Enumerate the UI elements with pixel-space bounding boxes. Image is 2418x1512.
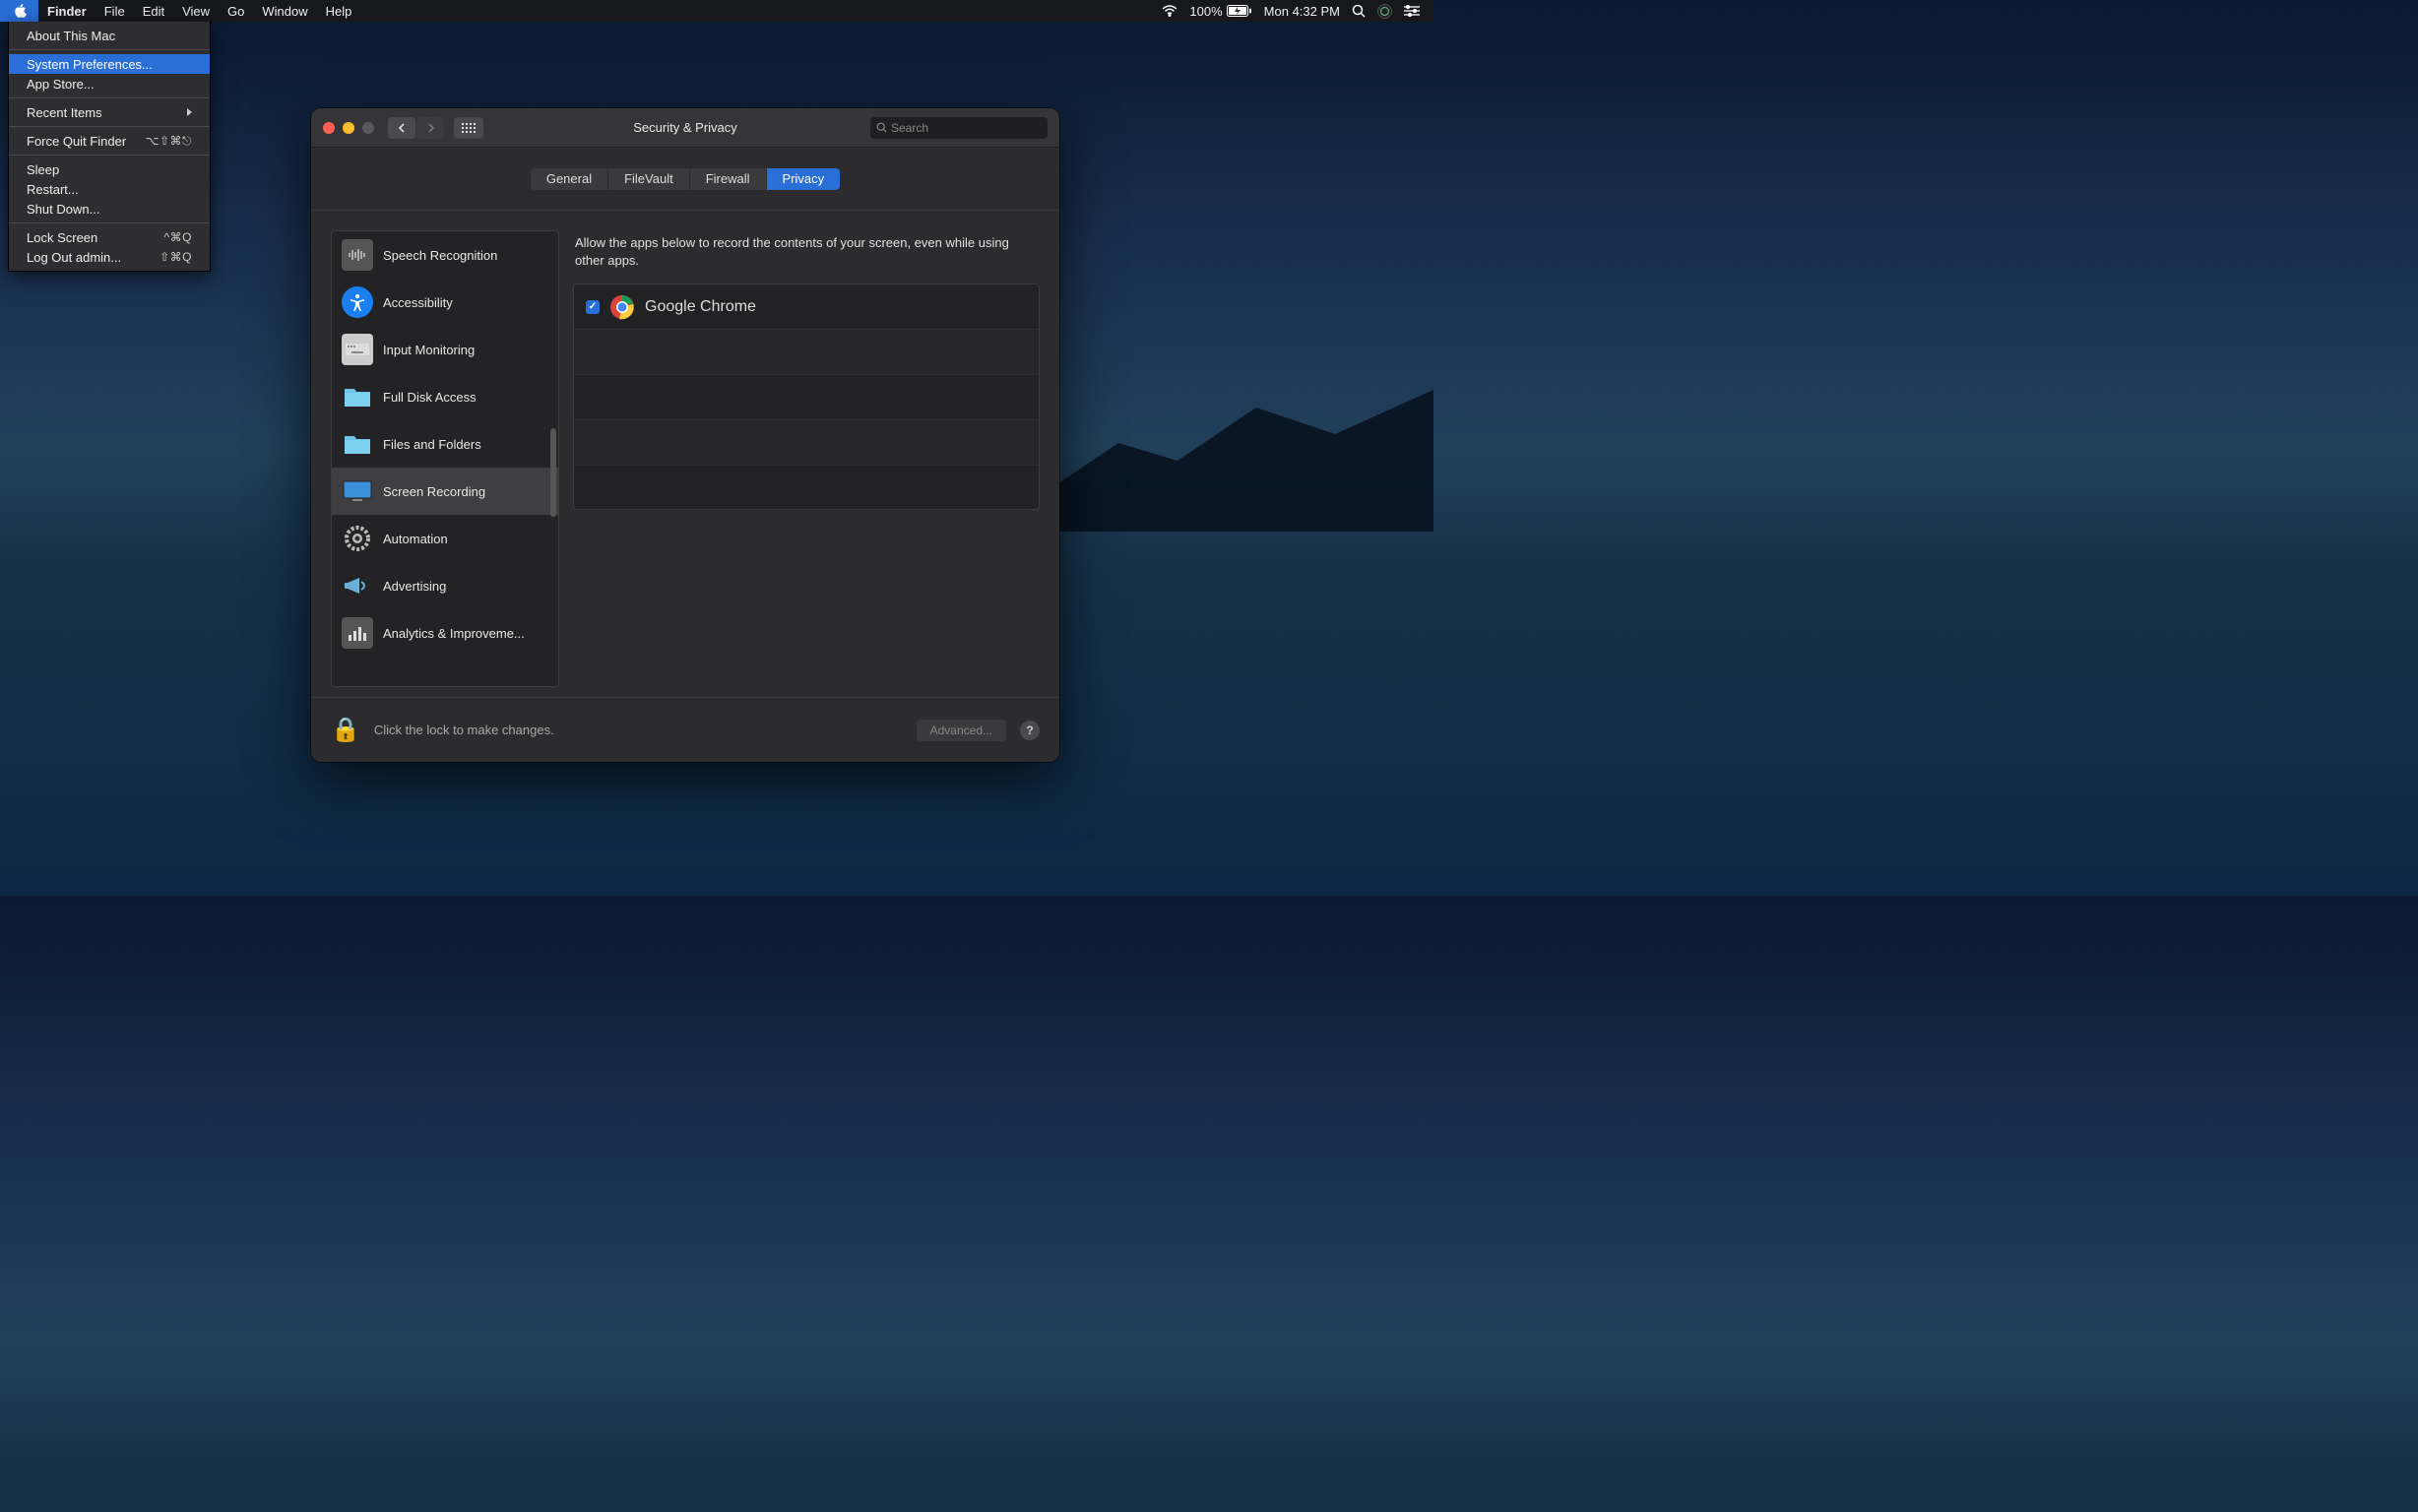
sidebar-item-analytics[interactable]: Analytics & Improveme... bbox=[332, 609, 558, 657]
chevron-right-icon bbox=[187, 108, 192, 116]
wifi-icon[interactable] bbox=[1162, 5, 1177, 17]
siri-icon[interactable] bbox=[1377, 4, 1392, 19]
lock-icon[interactable]: 🔒 bbox=[331, 716, 360, 744]
app-name: Google Chrome bbox=[645, 298, 756, 316]
display-icon bbox=[342, 475, 373, 507]
sidebar-scrollbar[interactable] bbox=[550, 428, 556, 517]
menu-restart[interactable]: Restart... bbox=[9, 179, 210, 199]
advanced-button: Advanced... bbox=[917, 720, 1006, 741]
keyboard-icon bbox=[342, 334, 373, 365]
detail-pane: Allow the apps below to record the conte… bbox=[573, 230, 1040, 687]
app-row-empty bbox=[574, 375, 1039, 420]
tab-bar: General FileVault Firewall Privacy bbox=[311, 148, 1059, 211]
chart-icon bbox=[342, 617, 373, 649]
megaphone-icon bbox=[342, 570, 373, 601]
search-placeholder: Search bbox=[891, 121, 928, 135]
privacy-sidebar: Speech Recognition Accessibility Input M… bbox=[331, 230, 559, 687]
gear-icon bbox=[342, 523, 373, 554]
spotlight-icon[interactable] bbox=[1352, 4, 1366, 18]
menu-about-mac[interactable]: About This Mac bbox=[9, 26, 210, 45]
app-list: ✓ Google Chrome bbox=[573, 284, 1040, 510]
window-footer: 🔒 Click the lock to make changes. Advanc… bbox=[311, 697, 1059, 762]
sidebar-item-full-disk[interactable]: Full Disk Access bbox=[332, 373, 558, 420]
menu-shutdown[interactable]: Shut Down... bbox=[9, 199, 210, 219]
app-row-empty bbox=[574, 466, 1039, 511]
menu-help[interactable]: Help bbox=[317, 0, 361, 22]
clock[interactable]: Mon 4:32 PM bbox=[1264, 4, 1340, 19]
battery-status[interactable]: 100% bbox=[1189, 4, 1251, 19]
battery-percent: 100% bbox=[1189, 4, 1222, 19]
tab-filevault[interactable]: FileVault bbox=[608, 168, 690, 190]
tab-general[interactable]: General bbox=[531, 168, 608, 190]
menu-view[interactable]: View bbox=[173, 0, 219, 22]
menu-lock-screen[interactable]: Lock Screen^⌘Q bbox=[9, 227, 210, 247]
chrome-icon bbox=[609, 294, 635, 320]
waveform-icon bbox=[342, 239, 373, 271]
folder-icon bbox=[342, 428, 373, 460]
menu-app-store[interactable]: App Store... bbox=[9, 74, 210, 94]
sidebar-item-accessibility[interactable]: Accessibility bbox=[332, 279, 558, 326]
close-button[interactable] bbox=[323, 122, 335, 134]
sidebar-item-files-folders[interactable]: Files and Folders bbox=[332, 420, 558, 468]
search-input[interactable]: Search bbox=[870, 117, 1048, 139]
window-titlebar[interactable]: Security & Privacy Search bbox=[311, 108, 1059, 148]
folder-icon bbox=[342, 381, 373, 412]
sidebar-item-input-monitoring[interactable]: Input Monitoring bbox=[332, 326, 558, 373]
tab-firewall[interactable]: Firewall bbox=[690, 168, 767, 190]
menu-force-quit[interactable]: Force Quit Finder⌥⇧⌘⎋ bbox=[9, 131, 210, 151]
lock-text: Click the lock to make changes. bbox=[374, 723, 554, 737]
app-row-empty bbox=[574, 420, 1039, 466]
sidebar-item-speech[interactable]: Speech Recognition bbox=[332, 231, 558, 279]
help-button[interactable]: ? bbox=[1020, 721, 1040, 740]
app-name-menu[interactable]: Finder bbox=[38, 0, 95, 22]
show-all-button[interactable] bbox=[454, 117, 483, 139]
forward-button bbox=[416, 117, 444, 139]
menu-file[interactable]: File bbox=[95, 0, 134, 22]
sidebar-item-advertising[interactable]: Advertising bbox=[332, 562, 558, 609]
tab-privacy[interactable]: Privacy bbox=[767, 168, 841, 190]
back-button[interactable] bbox=[388, 117, 415, 139]
menu-system-preferences[interactable]: System Preferences... bbox=[9, 54, 210, 74]
menu-recent-items[interactable]: Recent Items bbox=[9, 102, 210, 122]
checkbox-icon[interactable]: ✓ bbox=[586, 300, 600, 314]
control-center-icon[interactable] bbox=[1404, 5, 1420, 17]
description-text: Allow the apps below to record the conte… bbox=[573, 230, 1040, 284]
wallpaper-mountain bbox=[1040, 354, 1433, 532]
menu-window[interactable]: Window bbox=[253, 0, 316, 22]
app-row-chrome[interactable]: ✓ Google Chrome bbox=[574, 284, 1039, 330]
menu-edit[interactable]: Edit bbox=[134, 0, 173, 22]
sidebar-item-automation[interactable]: Automation bbox=[332, 515, 558, 562]
apple-menu-dropdown: About This Mac System Preferences... App… bbox=[8, 22, 211, 272]
menu-logout[interactable]: Log Out admin...⇧⌘Q bbox=[9, 247, 210, 267]
search-icon bbox=[876, 122, 887, 133]
menu-go[interactable]: Go bbox=[219, 0, 253, 22]
app-row-empty bbox=[574, 330, 1039, 375]
minimize-button[interactable] bbox=[343, 122, 354, 134]
apple-menu-button[interactable] bbox=[0, 0, 38, 22]
menubar: Finder File Edit View Go Window Help 100… bbox=[0, 0, 1433, 22]
zoom-button bbox=[362, 122, 374, 134]
sidebar-item-screen-recording[interactable]: Screen Recording bbox=[332, 468, 558, 515]
accessibility-icon bbox=[342, 286, 373, 318]
menu-sleep[interactable]: Sleep bbox=[9, 159, 210, 179]
system-preferences-window: Security & Privacy Search General FileVa… bbox=[311, 108, 1059, 762]
